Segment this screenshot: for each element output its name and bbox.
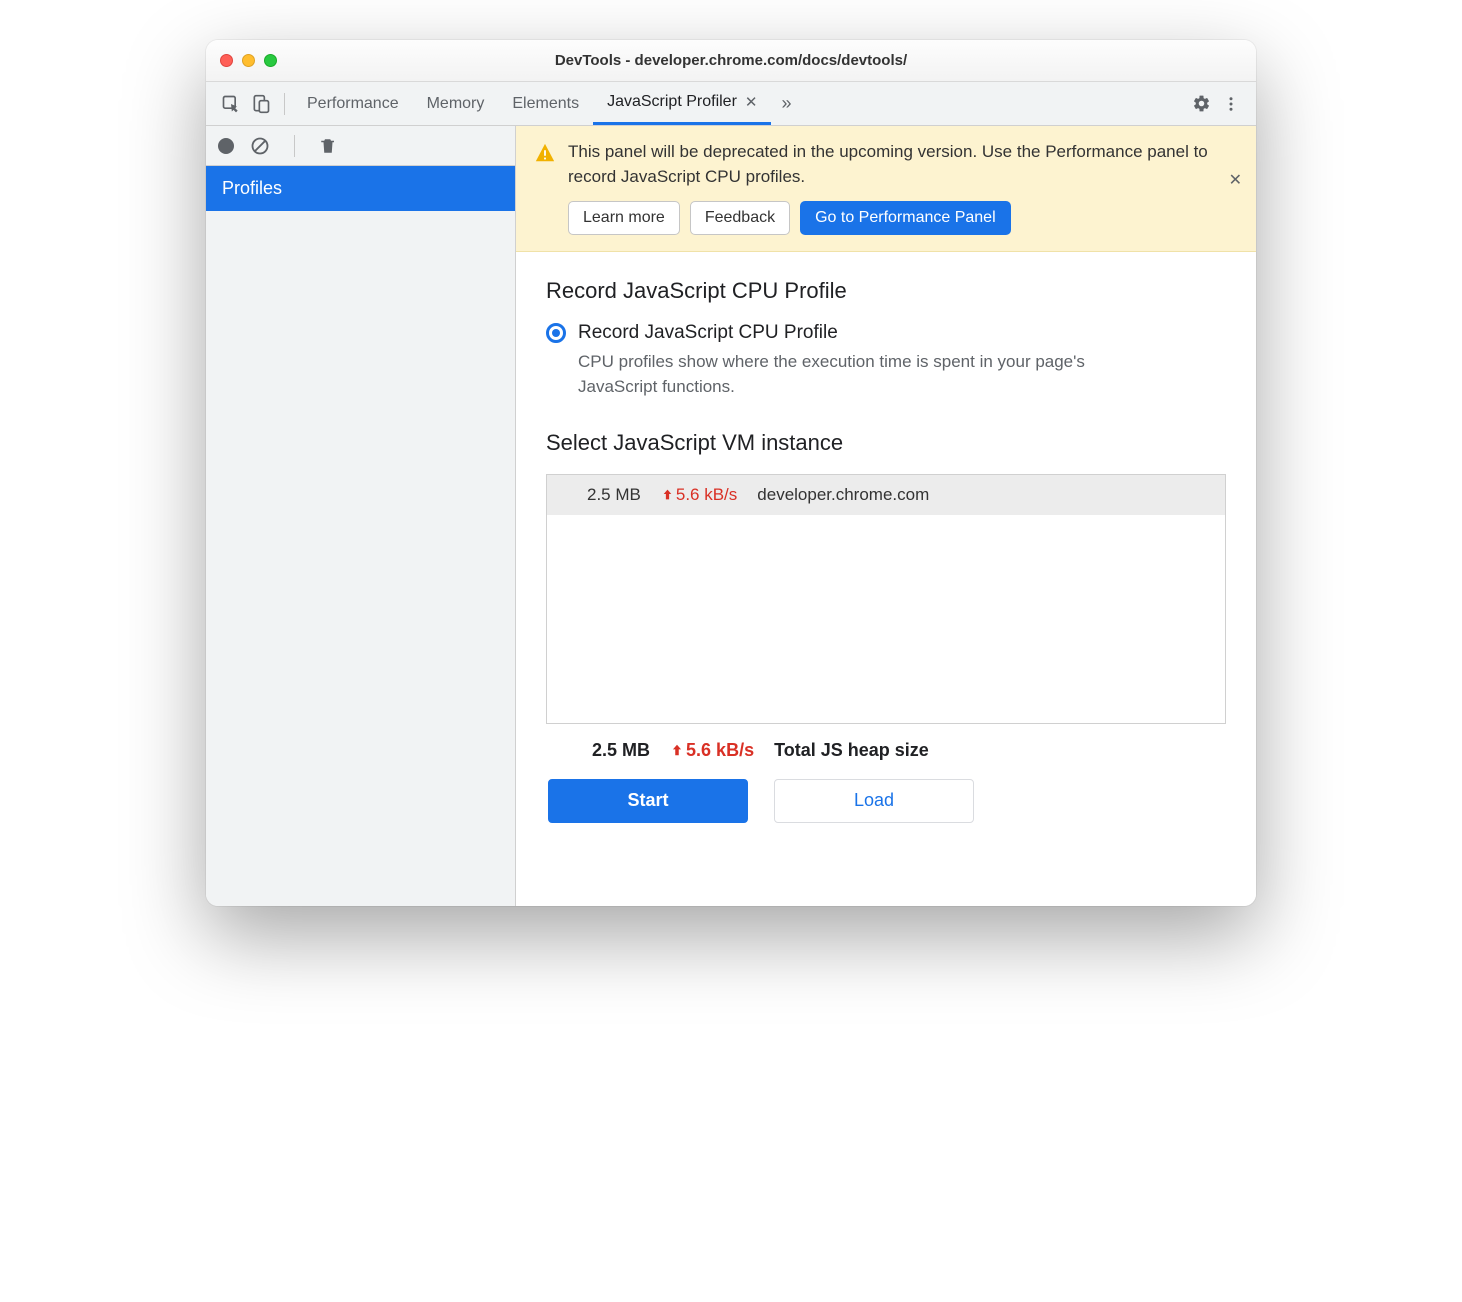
feedback-button[interactable]: Feedback — [690, 201, 790, 235]
body: Profiles This panel will be deprecated i… — [206, 126, 1256, 906]
load-button[interactable]: Load — [774, 779, 974, 823]
learn-more-button[interactable]: Learn more — [568, 201, 680, 235]
kebab-menu-icon[interactable] — [1216, 89, 1246, 119]
titlebar: DevTools - developer.chrome.com/docs/dev… — [206, 40, 1256, 82]
arrow-up-icon — [670, 743, 684, 757]
action-row: Start Load — [546, 779, 1226, 823]
tab-elements[interactable]: Elements — [498, 82, 593, 125]
clear-icon[interactable] — [250, 136, 270, 156]
tab-performance[interactable]: Performance — [293, 82, 413, 125]
total-size: 2.5 MB — [592, 740, 650, 761]
radio-icon — [546, 323, 566, 343]
warning-icon — [534, 142, 556, 164]
sidebar-item-label: Profiles — [222, 178, 282, 198]
window-title: DevTools - developer.chrome.com/docs/dev… — [220, 52, 1242, 69]
minimize-window-button[interactable] — [242, 54, 255, 67]
sidebar-item-profiles[interactable]: Profiles — [206, 166, 515, 211]
heap-totals: 2.5 MB 5.6 kB/s Total JS heap size — [546, 724, 1226, 779]
total-rate: 5.6 kB/s — [670, 740, 754, 761]
close-tab-icon[interactable]: ✕ — [745, 93, 758, 111]
arrow-up-icon — [661, 488, 674, 501]
sidebar: Profiles — [206, 126, 516, 906]
main-panel: This panel will be deprecated in the upc… — [516, 126, 1256, 906]
vm-size: 2.5 MB — [587, 485, 641, 505]
close-window-button[interactable] — [220, 54, 233, 67]
sidebar-toolbar — [206, 126, 515, 166]
more-tabs-icon[interactable]: » — [771, 89, 801, 119]
vm-heading: Select JavaScript VM instance — [546, 430, 1226, 456]
total-label: Total JS heap size — [774, 740, 929, 761]
goto-performance-button[interactable]: Go to Performance Panel — [800, 201, 1011, 235]
vm-instance-row[interactable]: 2.5 MB 5.6 kB/s developer.chrome.com — [547, 475, 1225, 515]
banner-content: This panel will be deprecated in the upc… — [568, 140, 1238, 235]
tab-javascript-profiler[interactable]: JavaScript Profiler ✕ — [593, 82, 771, 125]
inspect-element-icon[interactable] — [216, 89, 246, 119]
zoom-window-button[interactable] — [264, 54, 277, 67]
delete-icon[interactable] — [319, 137, 337, 155]
divider — [294, 135, 295, 157]
banner-buttons: Learn more Feedback Go to Performance Pa… — [568, 201, 1238, 235]
vm-rate: 5.6 kB/s — [661, 485, 737, 505]
deprecation-banner: This panel will be deprecated in the upc… — [516, 126, 1256, 252]
profile-type-option[interactable]: Record JavaScript CPU Profile — [546, 322, 1226, 344]
tab-memory[interactable]: Memory — [413, 82, 499, 125]
device-toggle-icon[interactable] — [246, 89, 276, 119]
record-icon[interactable] — [218, 138, 234, 154]
record-heading: Record JavaScript CPU Profile — [546, 278, 1226, 304]
devtools-window: DevTools - developer.chrome.com/docs/dev… — [206, 40, 1256, 906]
vm-host: developer.chrome.com — [757, 485, 929, 505]
option-label: Record JavaScript CPU Profile — [578, 322, 838, 344]
divider — [284, 93, 285, 115]
banner-text: This panel will be deprecated in the upc… — [568, 140, 1238, 189]
option-description: CPU profiles show where the execution ti… — [578, 350, 1138, 399]
traffic-lights — [220, 54, 277, 67]
start-button[interactable]: Start — [548, 779, 748, 823]
settings-gear-icon[interactable] — [1186, 89, 1216, 119]
content: Record JavaScript CPU Profile Record Jav… — [516, 252, 1256, 906]
close-banner-icon[interactable]: ✕ — [1229, 170, 1242, 190]
devtools-tabbar: Performance Memory Elements JavaScript P… — [206, 82, 1256, 126]
vm-instance-list: 2.5 MB 5.6 kB/s developer.chrome.com — [546, 474, 1226, 724]
